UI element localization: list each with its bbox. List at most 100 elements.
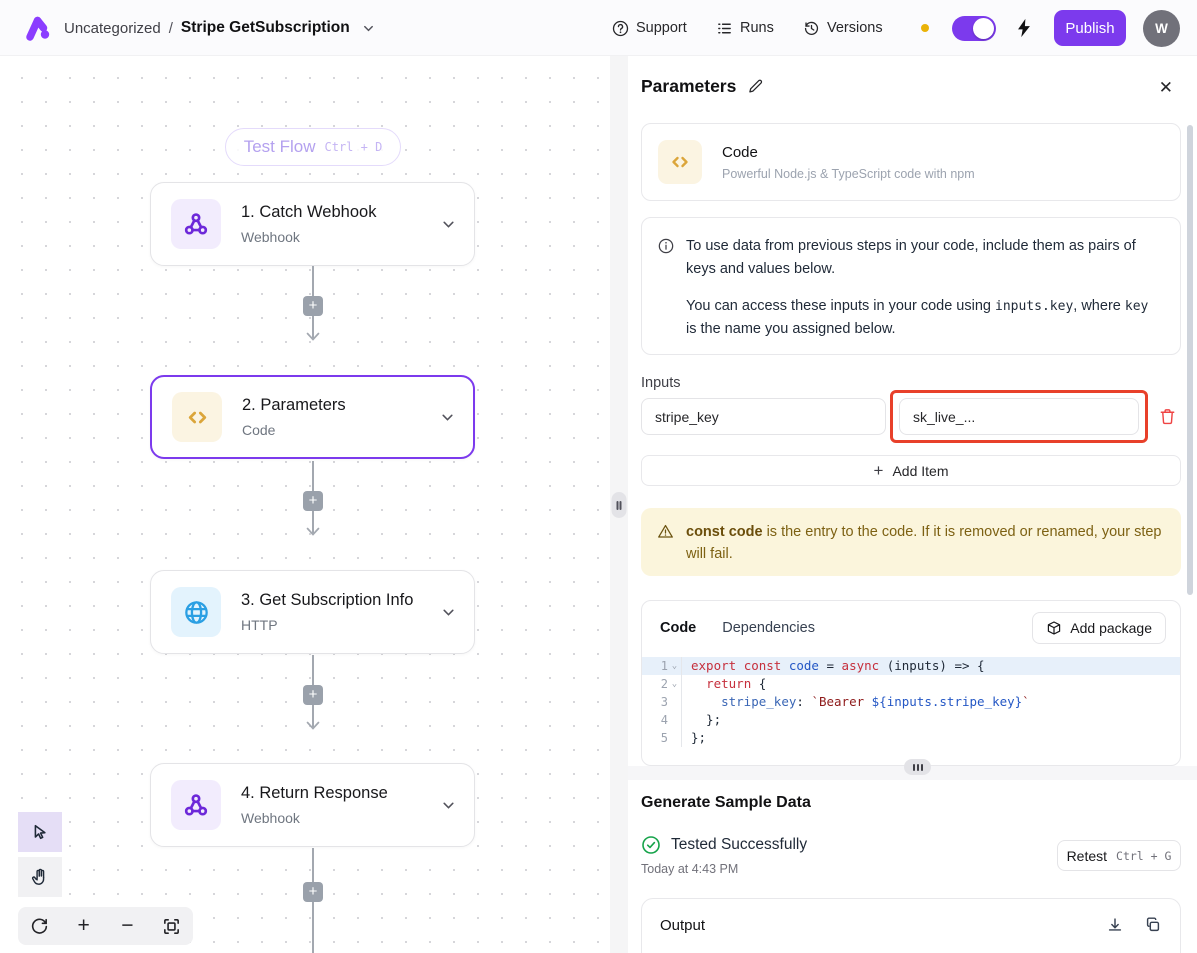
node-chevron-down-icon[interactable] [441, 798, 456, 813]
globe-icon [171, 587, 221, 637]
code-line[interactable]: 4 }; [642, 711, 1180, 729]
runs-button[interactable]: Runs [716, 0, 774, 56]
zoom-in-button[interactable]: + [69, 911, 99, 941]
flow-canvas[interactable]: Test Flow Ctrl + D 1. Catch Webhook Webh… [0, 56, 611, 953]
copy-output-button[interactable] [1144, 916, 1162, 934]
add-node-button[interactable]: + [303, 491, 323, 511]
add-package-button[interactable]: Add package [1032, 612, 1166, 644]
output-header: Output [642, 899, 1180, 934]
versions-button[interactable]: Versions [803, 0, 883, 56]
toggle-knob [973, 18, 994, 39]
code-line[interactable]: 2⌄ return { [642, 675, 1180, 693]
user-avatar[interactable]: W [1143, 10, 1180, 47]
pan-tool-button[interactable] [18, 857, 62, 897]
node-subtitle: Webhook [241, 229, 421, 245]
runs-label: Runs [740, 20, 774, 36]
warning-triangle-icon [657, 523, 674, 576]
fold-chevron-icon[interactable]: ⌄ [668, 675, 681, 693]
test-flow-button[interactable]: Test Flow Ctrl + D [225, 128, 401, 166]
code-card-header: Code Dependencies Add package [642, 601, 1180, 653]
warning-text: const code is the entry to the code. If … [686, 521, 1163, 576]
test-flow-shortcut: Ctrl + D [325, 140, 383, 154]
step-name: Code [722, 144, 975, 161]
fold-spacer [668, 693, 681, 711]
node-subtitle: HTTP [241, 617, 421, 633]
fold-spacer [668, 711, 681, 729]
add-node-button[interactable]: + [303, 685, 323, 705]
breadcrumb-flow-title[interactable]: Stripe GetSubscription [181, 19, 350, 37]
app-window: Uncategorized / Stripe GetSubscription S… [0, 0, 1197, 953]
canvas-tool-palette [18, 812, 62, 897]
tab-code[interactable]: Code [660, 620, 696, 636]
download-output-button[interactable] [1106, 916, 1124, 934]
arrowhead-icon [306, 332, 320, 341]
fit-view-button[interactable] [156, 911, 186, 941]
connector: + [303, 461, 323, 541]
select-tool-button[interactable] [18, 812, 62, 852]
section-drag-handle-icon[interactable] [904, 759, 931, 775]
versions-label: Versions [827, 20, 883, 36]
code-line[interactable]: 1⌄export const code = async (inputs) => … [642, 657, 1180, 675]
code-editor[interactable]: 1⌄export const code = async (inputs) => … [642, 657, 1180, 747]
add-node-button[interactable]: + [303, 296, 323, 316]
node-subtitle: Code [242, 422, 420, 438]
code-line[interactable]: 5}; [642, 729, 1180, 747]
download-icon [1106, 916, 1124, 934]
canvas-zoom-toolbar: + − [18, 907, 193, 945]
breadcrumb: Uncategorized / Stripe GetSubscription [64, 0, 375, 56]
node-title: 4. Return Response [241, 784, 421, 803]
code-text: export const code = async (inputs) => { [681, 657, 985, 675]
node-chevron-down-icon[interactable] [440, 410, 455, 425]
connector: + [303, 848, 323, 953]
delete-input-button[interactable] [1152, 401, 1182, 431]
node-parameters[interactable]: 2. Parameters Code [150, 375, 475, 459]
node-catch-webhook[interactable]: 1. Catch Webhook Webhook [150, 182, 475, 266]
input-key-field[interactable] [641, 398, 886, 435]
fold-chevron-icon[interactable]: ⌄ [668, 657, 681, 675]
node-chevron-down-icon[interactable] [441, 217, 456, 232]
node-chevron-down-icon[interactable] [441, 605, 456, 620]
add-node-button[interactable]: + [303, 882, 323, 902]
line-number: 5 [642, 729, 668, 747]
line-number: 3 [642, 693, 668, 711]
breadcrumb-category[interactable]: Uncategorized [64, 20, 161, 37]
edit-pencil-icon[interactable] [747, 78, 764, 95]
info-paragraph: You can access these inputs in your code… [686, 295, 1160, 342]
node-return-response[interactable]: 4. Return Response Webhook [150, 763, 475, 847]
info-icon [658, 238, 674, 354]
lightning-bolt-icon[interactable] [1013, 17, 1035, 39]
test-status-row: Tested Successfully [641, 835, 807, 855]
add-item-button[interactable]: + Add Item [641, 455, 1181, 486]
step-type-card[interactable]: Code Powerful Node.js & TypeScript code … [641, 123, 1181, 201]
publish-button[interactable]: Publish [1054, 10, 1126, 46]
package-icon [1046, 620, 1062, 636]
panel-resize-divider[interactable] [610, 56, 628, 953]
output-card: Output [641, 898, 1181, 953]
app-logo-icon[interactable] [24, 13, 54, 43]
code-text: return { [681, 675, 766, 693]
zoom-out-button[interactable]: − [112, 911, 142, 941]
test-timestamp: Today at 4:43 PM [641, 862, 738, 876]
refresh-button[interactable] [25, 911, 55, 941]
step-description: Powerful Node.js & TypeScript code with … [722, 167, 975, 181]
trash-icon [1158, 407, 1177, 426]
panel-scrollbar[interactable] [1187, 125, 1193, 595]
retest-button[interactable]: Retest Ctrl + G [1057, 840, 1181, 871]
connector: + [303, 655, 323, 735]
arrowhead-icon [306, 721, 320, 730]
history-icon [803, 20, 820, 37]
input-value-field[interactable] [899, 398, 1139, 435]
webhook-icon [171, 780, 221, 830]
tab-dependencies[interactable]: Dependencies [722, 620, 815, 636]
flow-menu-chevron-down-icon[interactable] [362, 22, 375, 35]
node-title: 2. Parameters [242, 396, 420, 415]
node-get-subscription-info[interactable]: 3. Get Subscription Info HTTP [150, 570, 475, 654]
flow-enabled-toggle[interactable] [952, 16, 996, 41]
support-button[interactable]: Support [612, 0, 687, 56]
node-text: 1. Catch Webhook Webhook [241, 203, 421, 245]
code-icon [172, 392, 222, 442]
close-panel-button[interactable]: ✕ [1159, 78, 1173, 98]
warning-note: const code is the entry to the code. If … [641, 508, 1181, 576]
divider-drag-handle-icon[interactable] [612, 492, 627, 518]
code-line[interactable]: 3 stripe_key: `Bearer ${inputs.stripe_ke… [642, 693, 1180, 711]
